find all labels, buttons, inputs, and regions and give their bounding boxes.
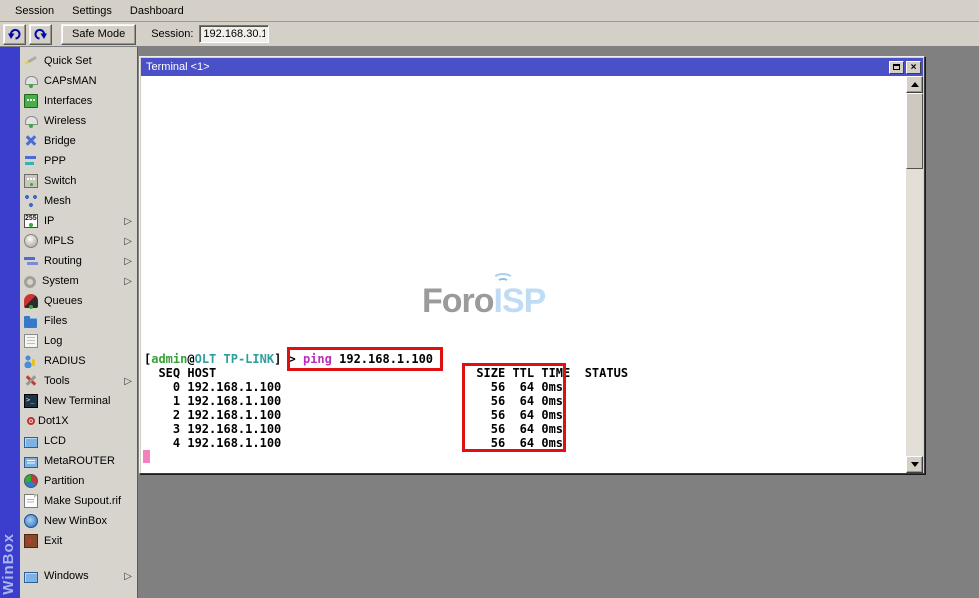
sidebar-item-dot1x[interactable]: Dot1X bbox=[20, 411, 137, 431]
sidebar-item-windows[interactable]: Windows▷ bbox=[20, 566, 137, 586]
maximize-icon bbox=[893, 64, 900, 70]
routing-icon bbox=[24, 254, 38, 268]
undo-button[interactable] bbox=[3, 24, 26, 45]
session-label: Session: bbox=[151, 28, 193, 40]
redo-button[interactable] bbox=[29, 24, 52, 45]
sidebar-item-radius[interactable]: RADIUS bbox=[20, 351, 137, 371]
scroll-up-button[interactable] bbox=[906, 76, 923, 93]
brand-strip: WinBox bbox=[0, 47, 20, 598]
sidebar-gap bbox=[20, 551, 137, 566]
files-icon bbox=[24, 316, 38, 330]
prompt-user: admin bbox=[151, 352, 187, 366]
scrollbar-thumb[interactable] bbox=[906, 93, 923, 169]
submenu-arrow-icon: ▷ bbox=[124, 236, 132, 247]
sidebar-item-mesh[interactable]: Mesh bbox=[20, 191, 137, 211]
prompt-host: OLT TP-LINK bbox=[195, 352, 274, 366]
mesh-icon bbox=[24, 194, 38, 208]
new-winbox-icon bbox=[24, 514, 38, 528]
sidebar-item-log[interactable]: Log bbox=[20, 331, 137, 351]
sidebar-item-wireless[interactable]: Wireless bbox=[20, 111, 137, 131]
sidebar-item-system[interactable]: System▷ bbox=[20, 271, 137, 291]
sidebar-item-make-supout[interactable]: Make Supout.rif bbox=[20, 491, 137, 511]
windows-icon bbox=[24, 572, 38, 583]
ppp-icon bbox=[24, 154, 38, 168]
sidebar-item-queues[interactable]: Queues bbox=[20, 291, 137, 311]
sidebar-item-metarouter[interactable]: MetaROUTER bbox=[20, 451, 137, 471]
sidebar-item-exit[interactable]: Exit bbox=[20, 531, 137, 551]
wireless-icon bbox=[24, 114, 38, 128]
main-area: Terminal <1> × ForoISP [admin@OLT TP-L bbox=[138, 47, 979, 598]
winbox-app: Session Settings Dashboard Safe Mode Ses… bbox=[0, 0, 979, 598]
highlight-box-ping-command bbox=[287, 347, 443, 371]
toolbar: Safe Mode Session: bbox=[0, 22, 979, 47]
bridge-icon bbox=[24, 134, 38, 148]
close-button[interactable]: × bbox=[906, 61, 921, 74]
winbox-vertical-logo: WinBox bbox=[0, 533, 17, 595]
system-icon bbox=[24, 276, 36, 288]
sidebar-item-quick-set[interactable]: Quick Set bbox=[20, 51, 137, 71]
exit-icon bbox=[24, 534, 38, 548]
lcd-icon bbox=[24, 437, 38, 448]
sidebar-item-ppp[interactable]: PPP bbox=[20, 151, 137, 171]
submenu-arrow-icon: ▷ bbox=[124, 216, 132, 227]
submenu-arrow-icon: ▷ bbox=[124, 256, 132, 267]
interfaces-icon bbox=[24, 94, 38, 108]
sidebar-item-new-winbox[interactable]: New WinBox bbox=[20, 511, 137, 531]
sidebar-item-interfaces[interactable]: Interfaces bbox=[20, 91, 137, 111]
sidebar-item-mpls[interactable]: MPLS▷ bbox=[20, 231, 137, 251]
arrow-down-icon bbox=[911, 462, 919, 467]
menu-settings[interactable]: Settings bbox=[63, 2, 121, 20]
sidebar-item-bridge[interactable]: Bridge bbox=[20, 131, 137, 151]
sidebar-item-partition[interactable]: Partition bbox=[20, 471, 137, 491]
partition-icon bbox=[24, 474, 38, 488]
sidebar-item-tools[interactable]: Tools▷ bbox=[20, 371, 137, 391]
terminal-window: Terminal <1> × ForoISP [admin@OLT TP-L bbox=[139, 56, 925, 474]
sidebar-item-capsman[interactable]: CAPsMAN bbox=[20, 71, 137, 91]
vertical-scrollbar[interactable] bbox=[906, 76, 923, 473]
queues-icon bbox=[24, 294, 38, 308]
terminal-cursor bbox=[143, 450, 150, 463]
undo-arrow-icon bbox=[7, 27, 22, 41]
submenu-arrow-icon: ▷ bbox=[124, 376, 132, 387]
arrow-up-icon bbox=[911, 82, 919, 87]
submenu-arrow-icon: ▷ bbox=[124, 276, 132, 287]
sidebar-item-switch[interactable]: Switch bbox=[20, 171, 137, 191]
window-title: Terminal <1> bbox=[146, 61, 887, 73]
maximize-button[interactable] bbox=[889, 61, 904, 74]
switch-icon bbox=[24, 174, 38, 188]
radius-icon bbox=[24, 354, 38, 368]
sidebar-item-new-terminal[interactable]: New Terminal bbox=[20, 391, 137, 411]
metarouter-icon bbox=[24, 457, 38, 468]
submenu-arrow-icon: ▷ bbox=[124, 571, 132, 582]
sidebar-item-files[interactable]: Files bbox=[20, 311, 137, 331]
scroll-down-button[interactable] bbox=[906, 456, 923, 473]
make-supout-icon bbox=[24, 494, 38, 508]
menu-dashboard[interactable]: Dashboard bbox=[121, 2, 193, 20]
ip-icon bbox=[24, 214, 38, 228]
sidebar-item-routing[interactable]: Routing▷ bbox=[20, 251, 137, 271]
highlight-box-size-ttl-time bbox=[462, 363, 566, 452]
redo-arrow-icon bbox=[33, 27, 48, 41]
sidebar-item-ip[interactable]: IP▷ bbox=[20, 211, 137, 231]
sidebar-item-lcd[interactable]: LCD bbox=[20, 431, 137, 451]
sidebar: Quick Set CAPsMAN Interfaces Wireless Br… bbox=[20, 47, 138, 598]
dot1x-icon bbox=[27, 417, 35, 425]
session-input[interactable] bbox=[199, 25, 269, 43]
log-icon bbox=[24, 334, 38, 348]
close-icon: × bbox=[911, 63, 917, 72]
new-terminal-icon bbox=[24, 394, 38, 408]
menubar: Session Settings Dashboard bbox=[0, 0, 979, 22]
safe-mode-button[interactable]: Safe Mode bbox=[61, 24, 136, 45]
terminal-body: ForoISP [admin@OLT TP-LINK] > ping 192.1… bbox=[141, 76, 923, 473]
quick-set-icon bbox=[24, 54, 38, 68]
capsman-icon bbox=[24, 74, 38, 88]
tools-icon bbox=[24, 374, 38, 388]
terminal-titlebar[interactable]: Terminal <1> × bbox=[141, 58, 923, 76]
mpls-icon bbox=[24, 234, 38, 248]
menu-session[interactable]: Session bbox=[6, 2, 63, 20]
content-area: WinBox Quick Set CAPsMAN Interfaces Wire… bbox=[0, 47, 979, 598]
